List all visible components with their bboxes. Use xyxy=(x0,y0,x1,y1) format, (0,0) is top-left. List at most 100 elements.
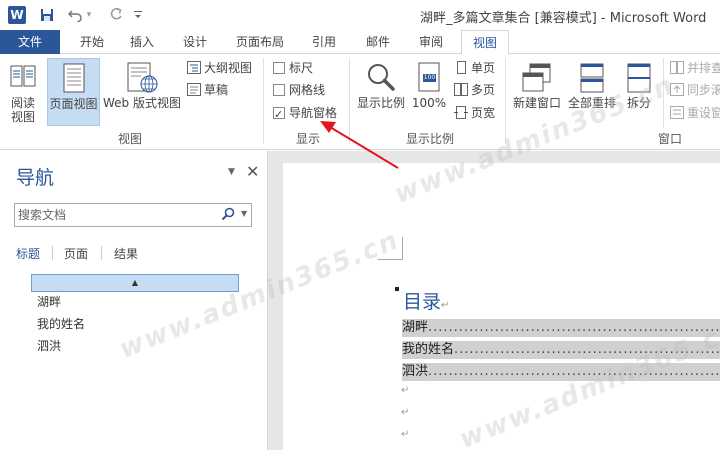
toc-entry[interactable]: 泗洪......................................… xyxy=(402,363,720,381)
tab-pages[interactable]: 页面 xyxy=(64,245,88,262)
zoom-100-icon-text: 100 xyxy=(423,74,436,81)
new-window-button[interactable]: 新建窗口 xyxy=(511,58,563,126)
paragraph-mark xyxy=(395,287,399,291)
split-label: 拆分 xyxy=(626,96,651,110)
split-icon xyxy=(626,62,652,97)
document-page[interactable]: 目录↵ 湖畔..................................… xyxy=(283,163,720,450)
nav-collapse-heading-bar[interactable]: ▲ xyxy=(31,274,239,292)
zoom-100-button[interactable]: 100 100% xyxy=(410,58,448,126)
tab-view[interactable]: 视图 xyxy=(461,30,509,55)
page-width-icon xyxy=(454,105,468,119)
pilcrow: ↵ xyxy=(441,300,450,311)
ribbon: 阅读 视图 页面视图 Web 版式视图 大纲视图 草稿 视图 标尺 网格线 导航… xyxy=(0,54,720,150)
draft-label: 草稿 xyxy=(204,83,229,97)
web-layout-icon xyxy=(125,62,159,97)
workspace: 导航 ▼ ✕ ▼ 标题 页面 结果 ▲ 湖畔 我的姓名 泗洪 目录↵ 湖畔...… xyxy=(0,151,720,450)
multiple-pages-button[interactable]: 多页 xyxy=(454,80,495,100)
sync-scroll-icon xyxy=(670,82,684,96)
multiple-pages-icon xyxy=(454,82,468,96)
nav-search-input[interactable] xyxy=(18,206,214,224)
toc-entry-text: 泗洪 xyxy=(402,364,429,379)
ruler-checkbox-box[interactable] xyxy=(273,62,285,74)
arrange-all-button[interactable]: 全部重排 xyxy=(566,58,618,126)
nav-heading-item[interactable]: 湖畔 xyxy=(37,293,61,310)
tab-review[interactable]: 审阅 xyxy=(413,30,449,54)
toc-entry[interactable]: 我的姓名....................................… xyxy=(402,341,720,359)
zoom-button[interactable]: 显示比例 xyxy=(355,58,407,126)
tab-design[interactable]: 设计 xyxy=(177,30,213,54)
collapse-up-icon: ▲ xyxy=(131,278,139,287)
toc-entry[interactable]: 湖畔......................................… xyxy=(402,319,720,337)
tab-headings[interactable]: 标题 xyxy=(16,245,40,262)
pilcrow: ↵ xyxy=(401,429,410,440)
nav-search-box[interactable]: ▼ xyxy=(14,203,252,227)
pilcrow: ↵ xyxy=(401,385,410,396)
undo-dropdown-icon[interactable]: ▾ xyxy=(84,6,94,24)
gridlines-checkbox-box[interactable] xyxy=(273,84,285,96)
crop-mark xyxy=(378,259,403,260)
print-layout-icon xyxy=(61,63,87,98)
ruler-label: 标尺 xyxy=(289,61,314,75)
toc-title-text: 目录 xyxy=(403,291,442,313)
one-page-button[interactable]: 单页 xyxy=(454,58,495,78)
tab-results[interactable]: 结果 xyxy=(114,245,138,262)
ribbon-tab-bar: 文件 开始 插入 设计 页面布局 引用 邮件 审阅 视图 xyxy=(0,30,720,55)
save-icon[interactable] xyxy=(38,6,56,24)
side-by-side-icon xyxy=(670,60,684,74)
nav-pane-checkbox-box[interactable] xyxy=(273,105,285,125)
nav-pane-options-icon[interactable]: ▼ xyxy=(228,167,235,177)
tab-references[interactable]: 引用 xyxy=(306,30,342,54)
sync-scroll-button[interactable]: 同步滚 xyxy=(670,80,720,100)
tab-insert[interactable]: 插入 xyxy=(124,30,160,54)
reset-position-icon xyxy=(670,105,684,119)
zoom-label: 显示比例 xyxy=(356,96,405,110)
read-mode-button[interactable]: 阅读 视图 xyxy=(4,58,42,126)
arrange-all-icon xyxy=(578,62,606,97)
nav-heading-item[interactable]: 我的姓名 xyxy=(37,315,85,332)
tab-home[interactable]: 开始 xyxy=(74,30,110,54)
arrange-all-label: 全部重排 xyxy=(567,96,616,110)
close-icon[interactable]: ✕ xyxy=(246,162,259,181)
word-logo-icon[interactable]: W xyxy=(8,6,26,24)
page-width-button[interactable]: 页宽 xyxy=(454,103,495,123)
group-label-zoom: 显示比例 xyxy=(405,132,454,146)
gridlines-label: 网格线 xyxy=(289,83,326,97)
toc-leader: ........................................… xyxy=(454,342,720,357)
nav-pane-checkbox[interactable]: 导航窗格 xyxy=(273,103,338,125)
toc-entry-text: 我的姓名 xyxy=(402,342,455,357)
outline-button[interactable]: 大纲视图 xyxy=(187,58,252,78)
customize-qat-icon[interactable] xyxy=(132,6,144,24)
zoom-100-label: 100% xyxy=(411,96,447,110)
ribbon-separator xyxy=(349,58,350,144)
tab-mailings[interactable]: 邮件 xyxy=(360,30,396,54)
web-layout-button[interactable]: Web 版式视图 xyxy=(102,58,182,126)
print-layout-button[interactable]: 页面视图 xyxy=(47,58,100,126)
gridlines-checkbox[interactable]: 网格线 xyxy=(273,80,325,100)
redo-icon[interactable] xyxy=(107,6,125,24)
multiple-pages-label: 多页 xyxy=(471,83,496,97)
view-side-by-side-button[interactable]: 并排查 xyxy=(670,58,720,78)
nav-pane-label: 导航窗格 xyxy=(289,106,338,120)
reset-position-label: 重设窗 xyxy=(687,106,720,120)
ribbon-separator xyxy=(505,58,506,144)
split-button[interactable]: 拆分 xyxy=(622,58,656,126)
ruler-checkbox[interactable]: 标尺 xyxy=(273,58,313,78)
tab-page-layout[interactable]: 页面布局 xyxy=(232,30,288,54)
pilcrow: ↵ xyxy=(401,407,410,418)
toc-entry-text: 湖畔 xyxy=(402,320,429,335)
chevron-down-icon[interactable]: ▼ xyxy=(241,209,247,218)
draft-button[interactable]: 草稿 xyxy=(187,80,228,100)
nav-tab-divider xyxy=(52,246,53,260)
group-label-show: 显示 xyxy=(295,132,320,146)
toc-leader: ........................................… xyxy=(428,320,720,335)
nav-heading-item[interactable]: 泗洪 xyxy=(37,337,61,354)
toc-title[interactable]: 目录↵ xyxy=(403,287,449,314)
reset-position-button[interactable]: 重设窗 xyxy=(670,103,720,123)
one-page-label: 单页 xyxy=(471,61,496,75)
web-layout-label: Web 版式视图 xyxy=(103,96,181,110)
search-icon[interactable] xyxy=(221,207,235,225)
undo-icon[interactable] xyxy=(66,6,84,24)
tab-file[interactable]: 文件 xyxy=(0,30,60,54)
side-by-side-label: 并排查 xyxy=(687,61,720,75)
new-window-icon xyxy=(521,62,553,97)
